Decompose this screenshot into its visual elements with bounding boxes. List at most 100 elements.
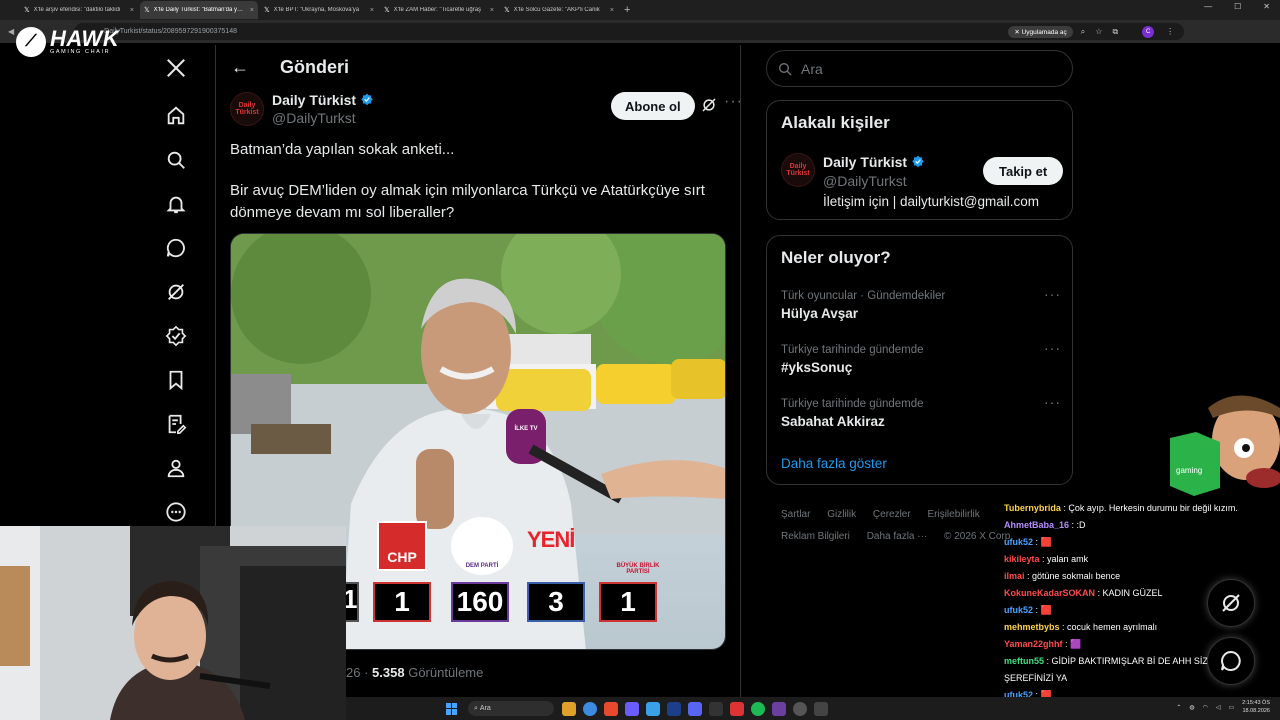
notifications-icon[interactable] — [162, 190, 190, 218]
extensions-icon[interactable]: ⧉ — [1112, 27, 1118, 37]
grok-floating-button[interactable] — [1207, 579, 1255, 627]
chat-username[interactable]: Yaman22ghhf — [1004, 639, 1063, 649]
close-tab-icon[interactable]: × — [490, 7, 494, 14]
browser-tab[interactable]: 𝕏 X'te BPT: "Ukrayna, Moskova'ya × — [260, 1, 378, 19]
footer-link[interactable]: Erişilebilirlik — [927, 509, 979, 520]
back-arrow-icon[interactable]: ← — [230, 57, 250, 77]
volume-icon[interactable]: ◁ — [1216, 704, 1221, 711]
author-avatar[interactable]: Daily Türkist — [230, 92, 264, 126]
trend-item[interactable]: Türkiye tarihinde gündemde Sabahat Akkir… — [781, 394, 1061, 429]
vote-count-bbp: 1 — [599, 582, 657, 622]
chrome-icon[interactable] — [583, 701, 597, 716]
bookmark-star-icon[interactable]: ☆ — [1095, 27, 1102, 36]
app-icon[interactable] — [625, 701, 639, 716]
messages-floating-button[interactable] — [1207, 637, 1255, 685]
browser-tab[interactable]: 𝕏 X'te Solcu Gazete: "AKP'li Canik × — [500, 1, 618, 19]
chat-username[interactable]: meftun55 — [1004, 656, 1044, 666]
bookmarks-icon[interactable] — [162, 366, 190, 394]
home-icon[interactable] — [162, 102, 190, 130]
copyright: © 2026 X Corp. — [944, 531, 1014, 542]
grok-icon[interactable] — [162, 278, 190, 306]
browser-tab-strip: 𝕏 X'te arşiv efendisi: "daktilo taklidi × 𝕏… — [0, 0, 1280, 20]
close-tab-icon[interactable]: × — [610, 7, 614, 14]
minimize-icon[interactable]: — — [1204, 2, 1212, 11]
app-icon[interactable] — [604, 701, 618, 716]
app-icon[interactable] — [646, 701, 660, 716]
footer-link[interactable]: Çerezler — [873, 509, 911, 520]
search-input[interactable]: Ara — [766, 50, 1073, 87]
chat-username[interactable]: ilmai — [1004, 571, 1025, 581]
app-icon[interactable] — [709, 701, 723, 716]
profile-icon[interactable] — [162, 454, 190, 482]
taskbar-clock[interactable]: 2:15:43 ÖS 18.08.2026 — [1242, 699, 1270, 715]
chat-username[interactable]: kikileyta — [1004, 554, 1040, 564]
articles-icon[interactable] — [162, 410, 190, 438]
chat-text: : götüne sokmalı bence — [1027, 571, 1121, 581]
wifi-icon[interactable]: ◠ — [1203, 704, 1208, 711]
address-bar[interactable]: DailyTurkist/status/2089597291900375148 … — [74, 23, 1185, 40]
trend-more-icon[interactable]: ··· — [1044, 394, 1061, 410]
post-more-icon[interactable]: ··· — [724, 93, 743, 111]
chat-username[interactable]: KokuneKadarSOKAN — [1004, 588, 1095, 598]
verified-badge-icon — [360, 93, 374, 107]
app-icon[interactable] — [772, 701, 786, 716]
close-tab-icon[interactable]: × — [370, 7, 374, 14]
chat-username[interactable]: ufuk52 — [1004, 605, 1033, 615]
trend-item[interactable]: Türkiye tarihinde gündemde #yksSonuç ··· — [781, 340, 1061, 375]
relevant-handle[interactable]: @DailyTurkst — [823, 173, 907, 189]
new-tab-button[interactable]: + — [624, 4, 630, 16]
sponsor-subtitle: GAMING CHAIR — [50, 49, 111, 56]
browser-tab[interactable]: 𝕏 X'te arşiv efendisi: "daktilo taklidi × — [20, 1, 138, 19]
x-favicon-icon: 𝕏 — [264, 7, 270, 14]
author-handle[interactable]: @DailyTurkst — [272, 110, 356, 126]
steam-icon[interactable] — [667, 701, 681, 716]
chat-username[interactable]: mehmetbybs — [1004, 622, 1060, 632]
battery-icon[interactable]: ▭ — [1229, 704, 1235, 711]
taskbar-search[interactable]: ⌕ Ara — [468, 701, 554, 716]
profile-avatar[interactable]: C — [1142, 25, 1155, 38]
premium-icon[interactable] — [162, 322, 190, 350]
footer-link[interactable]: Şartlar — [781, 509, 810, 520]
browser-tab[interactable]: 𝕏 X'te ZAM Haber: "Ticaretle uğraş × — [380, 1, 498, 19]
app-icon[interactable] — [814, 701, 828, 716]
browser-menu-icon[interactable]: ⋮ — [1166, 27, 1174, 36]
follow-button[interactable]: Takip et — [983, 157, 1064, 185]
relevant-avatar[interactable]: Daily Türkist — [781, 153, 815, 187]
messages-icon[interactable] — [162, 234, 190, 262]
footer-link[interactable]: Gizlilik — [827, 509, 856, 520]
obs-icon[interactable] — [793, 701, 807, 716]
x-logo-icon[interactable] — [162, 54, 190, 82]
discord-icon[interactable] — [688, 701, 702, 716]
chat-username[interactable]: AhmetBaba_16 — [1004, 520, 1069, 530]
maximize-icon[interactable]: ☐ — [1234, 2, 1241, 11]
open-in-app-chip[interactable]: ✕ Uygulamada aç — [1008, 25, 1073, 38]
file-explorer-icon[interactable] — [562, 701, 576, 716]
tray-app-icon[interactable]: ◍ — [1189, 704, 1194, 711]
chat-message: ufuk52 : 🟥 — [1004, 534, 1274, 551]
more-icon[interactable] — [162, 498, 190, 526]
tray-chevron-icon[interactable]: ⌃ — [1176, 704, 1181, 711]
trend-more-icon[interactable]: ··· — [1044, 286, 1061, 302]
footer-link[interactable]: Reklam Bilgileri — [781, 531, 850, 542]
close-tab-icon[interactable]: × — [250, 7, 254, 14]
app-icon[interactable] — [730, 701, 744, 716]
svg-text:gaming: gaming — [1176, 466, 1202, 475]
spotify-icon[interactable] — [751, 701, 765, 716]
browser-tab[interactable]: 𝕏 X'te Daily Türkist: "Batman'da yapılan × — [140, 1, 258, 19]
footer-link[interactable]: Daha fazla ··· — [867, 531, 928, 542]
subscribe-button[interactable]: Abone ol — [611, 92, 695, 120]
trend-more-icon[interactable]: ··· — [1044, 340, 1061, 356]
browser-back-icon[interactable]: ◀ — [8, 27, 14, 36]
grok-explain-icon[interactable] — [700, 96, 718, 114]
search-icon[interactable] — [162, 146, 190, 174]
close-tab-icon[interactable]: × — [130, 7, 134, 14]
close-window-icon[interactable]: ✕ — [1263, 2, 1270, 11]
show-more-link[interactable]: Daha fazla göster — [781, 456, 887, 471]
chat-username[interactable]: ufuk52 — [1004, 537, 1033, 547]
author-name[interactable]: Daily Türkist — [272, 92, 374, 108]
chat-username[interactable]: Tubernybrida — [1004, 503, 1061, 513]
relevant-name[interactable]: Daily Türkist — [823, 154, 925, 170]
windows-start-icon[interactable] — [446, 702, 458, 715]
trend-item[interactable]: Türk oyuncular · Gündemdekiler Hülya Avş… — [781, 286, 1061, 321]
zoom-icon[interactable]: ⌕ — [1081, 27, 1085, 37]
